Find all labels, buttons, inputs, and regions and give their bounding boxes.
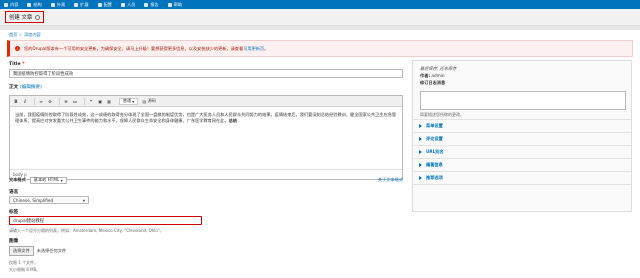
image-limit-count: 仅限 1 个文件。 xyxy=(9,260,39,265)
page-title-box: 创建 文章 xyxy=(5,11,45,23)
help-icon xyxy=(167,2,172,7)
body-label: 正文 (编辑摘要) xyxy=(9,85,42,90)
content-icon xyxy=(4,2,8,7)
link-icon[interactable]: ∞ xyxy=(38,98,44,104)
body-editor: B I ∞ ⊘ ≡ ≔ ❝ ▣ ▦ 普通 ▾ ▤ 源码 当前，我国疫情防控取得了… xyxy=(9,95,403,180)
image-label: 图像 xyxy=(9,239,19,244)
breadcrumb-home[interactable]: 首页 xyxy=(9,32,17,37)
edit-summary-link[interactable]: (编辑摘要) xyxy=(20,85,42,90)
choose-file-button[interactable]: 选择文件 xyxy=(9,246,34,256)
author: 作者: admin xyxy=(420,73,445,78)
triangle-right-icon xyxy=(419,150,422,154)
no-file-text: 未选择任何文件 xyxy=(36,248,67,253)
revision-log-textarea[interactable] xyxy=(420,91,626,110)
triangle-right-icon xyxy=(419,176,422,180)
available-updates-link[interactable]: 可用更新页 xyxy=(243,46,264,51)
title-input[interactable]: 我国疫情防控取得了阶段性成效 xyxy=(9,69,403,78)
toolbar-item-extend[interactable]: 扩展 xyxy=(74,2,89,8)
paragraph-format-select[interactable]: 普通 ▾ xyxy=(119,97,139,105)
triangle-right-icon xyxy=(419,137,422,141)
title-label: Title * xyxy=(9,62,25,67)
toolbar-item-appearance[interactable]: 外观 xyxy=(50,2,65,8)
last-saved: 最后保存: 还未保存 xyxy=(420,66,457,71)
alert-text: 您的Drupal版本有一个可用的安全更新。为确保安全，请马上升级！要想获得更多信… xyxy=(24,45,269,51)
image-limit-size: 大小限制 8 MB。 xyxy=(9,267,41,272)
revision-log-label: 修订日志消息 xyxy=(420,80,446,85)
tags-label: 标签 xyxy=(9,210,19,215)
sidebar-section-url-alias[interactable]: URL别名 xyxy=(413,146,631,159)
page-title: 创建 文章 xyxy=(9,15,33,21)
breadcrumb: 首页» 添加内容 xyxy=(9,32,41,38)
language-select[interactable]: Chinese, Simplified ▾ xyxy=(9,196,89,204)
image-icon[interactable]: ▣ xyxy=(97,98,103,104)
blockquote-icon[interactable]: ❝ xyxy=(88,98,94,104)
image-upload: 选择文件 未选择任何文件 xyxy=(9,246,66,256)
toolbar-item-people[interactable]: 人员 xyxy=(120,2,135,8)
toolbar-item-structure[interactable]: 结构 xyxy=(27,2,42,8)
revision-hint: 简要描述您所做的更改。 xyxy=(420,112,464,117)
page-header-bar xyxy=(0,9,640,26)
unlink-icon[interactable]: ⊘ xyxy=(47,98,53,104)
bulleted-list-icon[interactable]: ≡ xyxy=(63,98,69,104)
security-update-alert: ! 您的Drupal版本有一个可用的安全更新。为确保安全，请马上升级！要想获得更… xyxy=(7,40,633,57)
text-format-row: 文本格式 基本的 HTML ▾ 关于文本格式 xyxy=(9,175,403,185)
toolbar-divider xyxy=(84,97,85,105)
language-label: 语言 xyxy=(9,190,19,195)
toolbar-item-reports[interactable]: 报告 xyxy=(144,2,159,8)
text-format-help-link[interactable]: 关于文本格式 xyxy=(378,177,403,183)
meta-sidebar: 最后保存: 还未保存 作者: admin 修订日志消息 简要描述您所做的更改。 … xyxy=(412,60,632,212)
sidebar-section-menu[interactable]: 菜单设置 xyxy=(413,120,631,133)
tags-description: 请输入一个逗号分隔的列表。例如：Amsterdam, Mexico City, … xyxy=(9,228,164,233)
sidebar-section-authoring[interactable]: 编著信息 xyxy=(413,159,631,172)
appearance-icon xyxy=(50,2,55,7)
numbered-list-icon[interactable]: ≔ xyxy=(72,98,78,104)
toolbar-divider xyxy=(59,97,60,105)
toolbar-item-configuration[interactable]: 配置 xyxy=(97,2,112,8)
breadcrumb-current[interactable]: 添加内容 xyxy=(24,32,41,37)
admin-toolbar: 内容 结构 外观 扩展 配置 人员 报告 帮助 xyxy=(0,0,640,9)
tabs-strip xyxy=(0,26,640,30)
triangle-right-icon xyxy=(419,124,422,128)
chevron-down-icon: ▾ xyxy=(82,197,85,203)
sidebar-section-promotion[interactable]: 推荐选项 xyxy=(413,172,631,185)
editor-toolbar: B I ∞ ⊘ ≡ ≔ ❝ ▣ ▦ 普通 ▾ ▤ 源码 xyxy=(10,96,402,107)
bold-button[interactable]: B xyxy=(13,98,19,104)
source-button[interactable]: ▤ 源码 xyxy=(142,98,156,104)
extend-icon xyxy=(74,2,79,7)
error-icon: ! xyxy=(15,46,20,51)
table-icon[interactable]: ▦ xyxy=(106,98,112,104)
italic-button[interactable]: I xyxy=(22,98,28,104)
breadcrumb-separator: » xyxy=(19,32,22,37)
sidebar-section-comments[interactable]: 评论设置 xyxy=(413,133,631,146)
required-mark: * xyxy=(22,62,25,67)
configuration-icon xyxy=(97,2,102,7)
toolbar-divider xyxy=(34,97,35,105)
triangle-right-icon xyxy=(419,163,422,167)
reports-icon xyxy=(144,2,149,7)
structure-icon xyxy=(27,2,32,7)
meta-info: 最后保存: 还未保存 作者: admin 修订日志消息 简要描述您所做的更改。 xyxy=(413,61,631,120)
text-format-label: 文本格式 xyxy=(9,177,26,182)
toolbar-item-content[interactable]: 内容 xyxy=(4,2,18,8)
toolbar-item-help[interactable]: 帮助 xyxy=(167,2,182,8)
editor-content[interactable]: 当前，我国疫情防控取得了阶段性成效，这一成绩的取得充分体现了全国一盘棋的制度优势… xyxy=(10,107,402,169)
text-format-select[interactable]: 基本的 HTML ▾ xyxy=(29,176,67,184)
tags-input[interactable]: drupal建站教程 xyxy=(9,216,202,225)
people-icon xyxy=(120,2,125,7)
shortcut-star-icon[interactable] xyxy=(35,14,41,20)
